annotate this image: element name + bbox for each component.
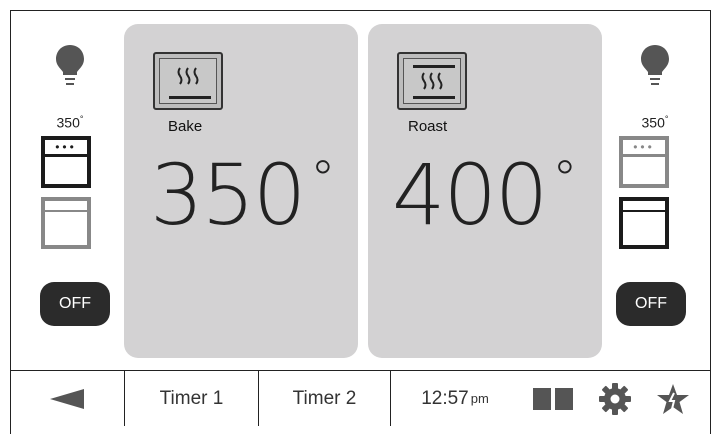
left-off-button[interactable]: OFF — [40, 282, 110, 326]
gear-icon — [599, 382, 631, 415]
light-bulb-icon[interactable] — [54, 43, 86, 91]
bake-panel[interactable]: Bake 350 ° — [124, 24, 358, 358]
upper-oven-select-icon[interactable]: ••• — [619, 136, 669, 188]
oven-door-line — [45, 210, 87, 212]
back-arrow-icon — [50, 388, 84, 409]
right-off-button[interactable]: OFF — [616, 282, 686, 326]
back-button[interactable] — [10, 371, 124, 426]
divider — [390, 371, 391, 426]
upper-oven-temp-readout: 350° — [625, 114, 685, 131]
dual-panel-icon — [533, 387, 573, 410]
upper-oven-temp-value: 350 — [641, 114, 665, 131]
oven-knob-dots: ••• — [55, 140, 77, 154]
timer-1-button[interactable]: Timer 1 — [125, 371, 258, 426]
mode-label: Roast — [408, 118, 448, 135]
timer-2-button[interactable]: Timer 2 — [259, 371, 390, 426]
oven-knob-dots: ••• — [633, 140, 655, 154]
set-temperature-value: 400 — [392, 146, 548, 244]
dual-panel-button[interactable] — [528, 371, 578, 426]
left-oven-controls: 350° ••• OFF — [24, 0, 114, 360]
clock-time: 12:57 — [421, 387, 469, 409]
upper-oven-temp-readout: 350° — [40, 114, 100, 131]
degree-symbol: ° — [79, 114, 84, 124]
light-bulb-icon[interactable] — [639, 43, 671, 91]
settings-button[interactable] — [590, 371, 640, 426]
degree-symbol: ° — [310, 150, 335, 208]
lower-oven-select-icon[interactable] — [619, 197, 669, 249]
favorites-button[interactable] — [646, 371, 700, 426]
set-temperature: 400 ° — [392, 146, 577, 244]
upper-oven-temp-value: 350 — [56, 114, 80, 131]
set-temperature: 350 ° — [150, 146, 335, 244]
bake-mode-icon[interactable] — [153, 52, 223, 110]
bottom-navigation-bar: Timer 1 Timer 2 12:57 pm — [10, 370, 711, 426]
degree-symbol: ° — [552, 150, 577, 208]
clock-display[interactable]: 12:57 pm — [395, 371, 515, 426]
set-temperature-value: 350 — [150, 146, 306, 244]
oven-door-line — [623, 210, 665, 212]
roast-mode-icon[interactable] — [397, 52, 467, 110]
mode-label: Bake — [168, 118, 203, 135]
roast-panel[interactable]: Roast 400 ° — [368, 24, 602, 358]
right-oven-controls: 350° ••• OFF — [612, 0, 702, 360]
upper-oven-select-icon[interactable]: ••• — [41, 136, 91, 188]
lower-oven-select-icon[interactable] — [41, 197, 91, 249]
clock-suffix: pm — [470, 391, 489, 406]
degree-symbol: ° — [664, 114, 669, 124]
star-icon — [657, 383, 689, 414]
